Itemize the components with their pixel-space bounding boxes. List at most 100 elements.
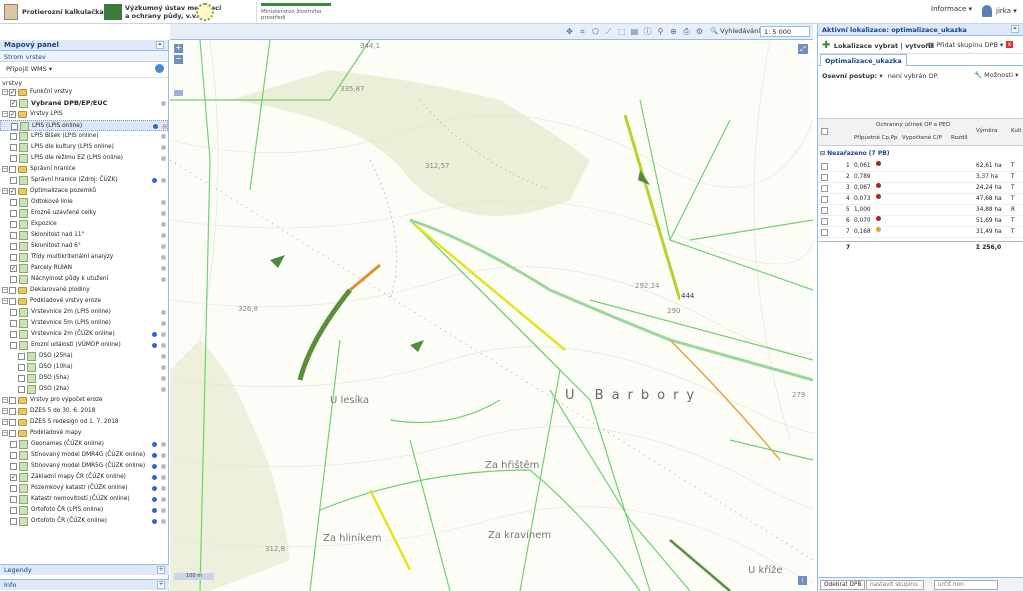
layer-item[interactable]: Vrstevnice 5m (LPIS online) xyxy=(0,318,168,329)
layer-item[interactable]: − Podkladové vrstvy eroze xyxy=(0,296,168,307)
globe-icon[interactable] xyxy=(155,64,164,73)
expand-toggle-icon[interactable]: − xyxy=(2,166,8,172)
delete-icon[interactable]: x xyxy=(1006,41,1013,48)
layer-item[interactable]: − ✓ Vrstvy LPIS xyxy=(0,109,168,120)
search-dropdown[interactable]: 🔍 Vyhledávání ▾ xyxy=(710,27,765,35)
print-icon[interactable]: ⎙ xyxy=(682,27,691,36)
zoom-box-icon[interactable]: ⊕ xyxy=(669,27,678,36)
table-row[interactable]: 4 0,073 47,68 ha T xyxy=(818,194,1023,205)
layer-menu-icon[interactable] xyxy=(161,101,166,106)
layer-checkbox[interactable] xyxy=(10,155,17,162)
layer-menu-icon[interactable] xyxy=(161,486,166,491)
layer-menu-icon[interactable] xyxy=(161,519,166,524)
layer-checkbox[interactable] xyxy=(10,254,17,261)
expand-toggle-icon[interactable]: − xyxy=(2,419,8,425)
layer-item[interactable]: Erozně uzavřené celky xyxy=(0,208,168,219)
info-icon[interactable] xyxy=(152,332,157,337)
layer-item[interactable]: Vrstevnice 2m (LPIS online) xyxy=(0,307,168,318)
layer-checkbox[interactable] xyxy=(10,518,17,525)
select-localization-button[interactable]: ✚ Lokalizace vybrat | vytvořit xyxy=(822,40,934,51)
layer-item[interactable]: − Správní hranice xyxy=(0,164,168,175)
expand-toggle-icon[interactable]: − xyxy=(2,408,8,414)
layer-item[interactable]: Katastr nemovitostí (ČÚZK online) xyxy=(0,494,168,505)
layer-item[interactable]: − ✓ Funkční vrstvy xyxy=(0,87,168,98)
layer-checkbox[interactable] xyxy=(9,166,16,173)
layer-item[interactable]: LPIS (LPIS online) xyxy=(0,120,168,131)
layer-item[interactable]: Sklonitost nad 6° xyxy=(0,241,168,252)
collapse-left-icon[interactable]: « xyxy=(156,41,164,49)
layer-checkbox[interactable] xyxy=(10,221,17,228)
layer-menu-icon[interactable] xyxy=(161,354,166,359)
group-select[interactable]: nastavit skupinu xyxy=(866,580,924,590)
layer-item[interactable]: ✓ Základní mapy ČR (ČÚZK online) xyxy=(0,472,168,483)
expand-toggle-icon[interactable]: − xyxy=(2,287,8,293)
layer-menu-icon[interactable] xyxy=(161,233,166,238)
layer-checkbox[interactable]: ✓ xyxy=(10,100,17,107)
layer-checkbox[interactable] xyxy=(18,364,25,371)
layer-menu-icon[interactable] xyxy=(161,442,166,447)
layer-item[interactable]: ✓ Parcely RUIAN xyxy=(0,263,168,274)
layer-menu-icon[interactable] xyxy=(161,387,166,392)
layer-item[interactable]: Pozemkový katastr (ČÚZK online) xyxy=(0,483,168,494)
measure-icon[interactable]: ⌗ xyxy=(578,27,587,36)
info-icon[interactable] xyxy=(152,508,157,513)
select-icon[interactable]: ⬚ xyxy=(617,27,626,36)
layer-item[interactable]: − DZES 5 do 30. 6. 2018 xyxy=(0,406,168,417)
layer-item[interactable]: DSO (25ha) xyxy=(0,351,168,362)
layer-item[interactable]: − Deklarované plodiny xyxy=(0,285,168,296)
layer-item[interactable]: LPIS Blšek (LPIS online) xyxy=(0,131,168,142)
col-area[interactable]: Výměra xyxy=(976,128,997,134)
layer-checkbox[interactable] xyxy=(10,320,17,327)
row-checkbox[interactable] xyxy=(821,196,828,203)
table-row[interactable]: 7 0,168 31,49 ha T xyxy=(818,227,1023,238)
chart-icon[interactable]: ▤ xyxy=(630,27,639,36)
col-diff[interactable]: Rozdíl xyxy=(951,135,967,141)
zoom-in-button[interactable]: + xyxy=(174,44,183,53)
layer-menu-icon[interactable] xyxy=(161,310,166,315)
layer-menu-icon[interactable] xyxy=(161,475,166,480)
row-checkbox[interactable] xyxy=(821,229,828,236)
info-icon[interactable] xyxy=(152,519,157,524)
table-row[interactable]: 1 0,061 62,61 ha T xyxy=(818,161,1023,172)
info-icon[interactable] xyxy=(152,464,157,469)
layer-menu-icon[interactable] xyxy=(161,134,166,139)
col-kult[interactable]: Kult xyxy=(1011,128,1022,134)
layer-item[interactable]: DSO (5ha) xyxy=(0,373,168,384)
layer-checkbox[interactable] xyxy=(9,298,16,305)
layer-checkbox[interactable] xyxy=(10,507,17,514)
layer-checkbox[interactable] xyxy=(9,287,16,294)
layer-checkbox[interactable] xyxy=(11,123,18,130)
hon-select[interactable]: určit hon xyxy=(934,580,998,590)
settings-icon[interactable]: ⚙ xyxy=(695,27,704,36)
layer-checkbox[interactable] xyxy=(18,386,25,393)
layer-checkbox[interactable] xyxy=(10,331,17,338)
layer-item[interactable]: Expozice xyxy=(0,219,168,230)
layer-item[interactable]: − DZES 5 redesign od 1. 7. 2018 xyxy=(0,417,168,428)
layer-menu-icon[interactable] xyxy=(161,321,166,326)
layer-item[interactable]: Stínovaný model DMR5G (ČÚZK online) xyxy=(0,461,168,472)
layer-checkbox[interactable]: ✓ xyxy=(9,111,16,118)
layer-checkbox[interactable]: ✓ xyxy=(9,188,16,195)
info-icon[interactable] xyxy=(152,486,157,491)
layer-item[interactable]: DSO (2ha) xyxy=(0,384,168,395)
tab-optimalizace[interactable]: Optimalizace_ukazka xyxy=(820,54,907,66)
calc-logo[interactable]: Protierozní kalkulačka xyxy=(4,2,104,22)
expand-toggle-icon[interactable]: − xyxy=(2,430,8,436)
layer-checkbox[interactable]: ✓ xyxy=(10,265,17,272)
legend-panel[interactable]: Legendy + xyxy=(0,564,169,575)
layer-checkbox[interactable] xyxy=(10,342,17,349)
info-icon[interactable] xyxy=(152,497,157,502)
layer-menu-icon[interactable] xyxy=(161,376,166,381)
collapse-right-icon[interactable]: » xyxy=(1011,25,1019,33)
layer-menu-icon[interactable] xyxy=(161,332,166,337)
fullscreen-icon[interactable]: ⤢ xyxy=(798,44,808,54)
info-icon[interactable] xyxy=(152,178,157,183)
layer-checkbox[interactable] xyxy=(10,144,17,151)
layer-menu-icon[interactable] xyxy=(161,244,166,249)
layer-item[interactable]: Správní hranice (Zdroj: ČÚZK) xyxy=(0,175,168,186)
info-icon[interactable] xyxy=(152,442,157,447)
layer-checkbox[interactable] xyxy=(10,441,17,448)
layer-item[interactable]: ✓ Vybrané DPB/EP/EUC xyxy=(0,98,168,109)
info-icon[interactable] xyxy=(152,453,157,458)
expand-toggle-icon[interactable]: − xyxy=(2,111,8,117)
